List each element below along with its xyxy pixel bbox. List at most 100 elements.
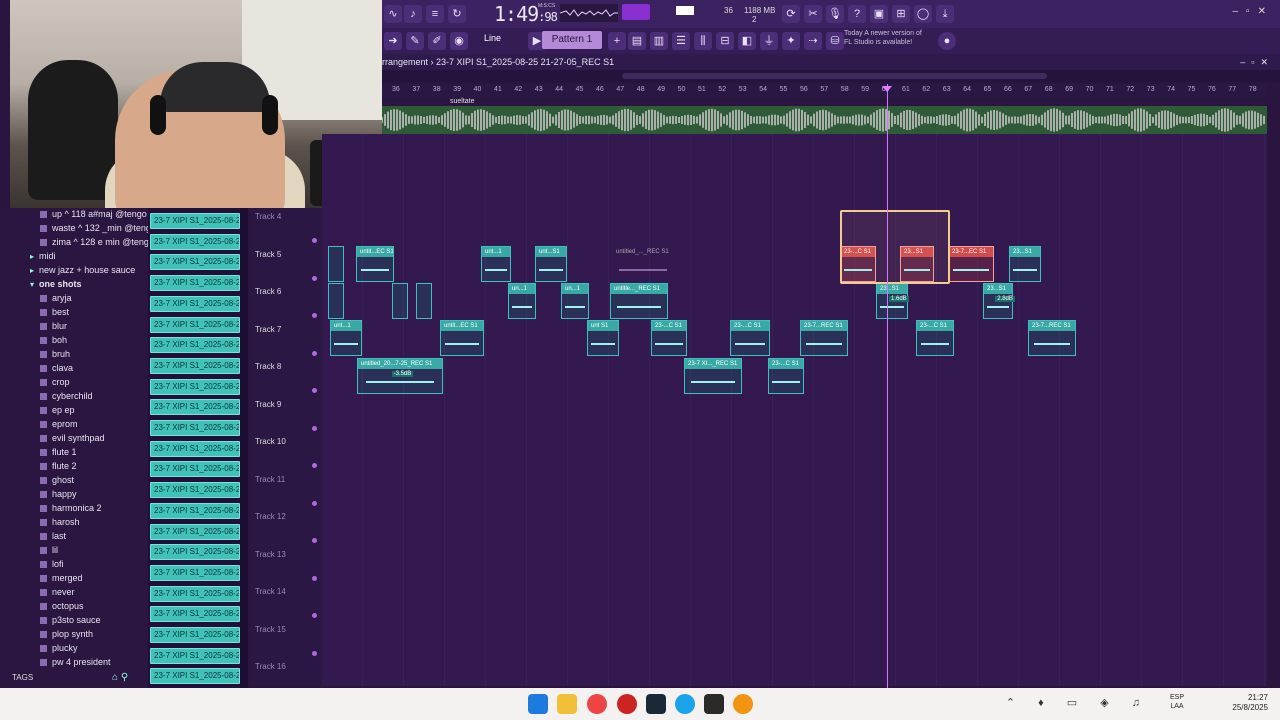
download-icon[interactable]: ⤓ [936, 5, 954, 23]
channel-button[interactable]: 23-7 XIPI S1_2025-08-2... [150, 585, 240, 602]
horizontal-scrollbar[interactable] [382, 70, 1280, 82]
browser-item[interactable]: boh [40, 335, 67, 349]
track-name[interactable]: Track 10 [255, 437, 286, 446]
audio-clip[interactable]: un...1 [561, 283, 589, 319]
audio-clip-lane[interactable] [382, 106, 1267, 134]
audio-clip[interactable]: 23-...C S1 [916, 320, 954, 356]
window-controls[interactable]: –▫✕ [1233, 6, 1275, 17]
track-mute-dot[interactable] [312, 350, 317, 356]
track-mute-dot[interactable] [312, 238, 317, 243]
app-icon[interactable] [617, 694, 637, 714]
playhead-marker[interactable] [882, 86, 892, 92]
browser-item[interactable]: best [40, 307, 69, 321]
browser-item[interactable]: plop synth [40, 629, 93, 643]
track-mute-dot[interactable] [312, 538, 317, 543]
channel-button[interactable]: 23-7 XIPI S1_2025-08-2... [150, 357, 240, 374]
browser-item[interactable]: waste ^ 132 _min @tengo [40, 223, 156, 237]
browser-item[interactable]: evil synthpad [40, 433, 105, 447]
scrollbar-thumb[interactable] [622, 73, 1047, 79]
system-tray-icons[interactable]: ⌃ ♦ ▭ ◈ ♫ [1006, 696, 1150, 709]
browser-item[interactable]: bruh [40, 349, 70, 363]
browser-item[interactable]: crop [40, 377, 70, 391]
audio-clip[interactable]: 23...S1 1.6dB [876, 283, 909, 319]
track-name[interactable]: Track 15 [255, 625, 286, 634]
browser-item[interactable]: lil [40, 545, 58, 559]
track-mute-dot[interactable] [312, 500, 317, 506]
playlist-icon[interactable]: ▤ [628, 32, 646, 50]
update-notice[interactable]: Today A newer version of FL Studio is av… [844, 29, 936, 47]
snap-selector[interactable]: Line [484, 33, 501, 43]
edge-icon[interactable] [675, 694, 695, 714]
tags-label[interactable]: TAGS [12, 673, 33, 682]
channel-button[interactable]: 23-7 XIPI S1_2025-08-2... [150, 564, 240, 581]
channel-button[interactable]: 23-7 XIPI S1_2025-08-2... [150, 399, 240, 416]
metronome-icon[interactable]: ≡ [426, 5, 444, 23]
channel-button[interactable]: 23-7 XIPI S1_2025-08-2... [150, 482, 240, 499]
microphone-icon[interactable]: 🎙 [826, 5, 844, 23]
channel-button[interactable]: 23-7 XIPI S1_2025-08-2... [150, 316, 240, 333]
browser-item[interactable]: ▸ midi [30, 251, 56, 265]
browser-item[interactable]: ▾ one shots [30, 279, 82, 293]
plugin-icon[interactable]: ◧ [738, 32, 756, 50]
browser-item[interactable]: ep ep [40, 405, 75, 419]
track-mute-dot[interactable] [312, 650, 317, 656]
audio-clip[interactable]: unt...1 [330, 320, 362, 356]
browser-item[interactable]: lofi [40, 559, 64, 573]
audio-clip[interactable]: 23-7...REC S1 [800, 320, 848, 356]
browser-item[interactable]: ghost [40, 475, 74, 489]
audio-clip[interactable]: un...1 [508, 283, 536, 319]
audio-clip-small[interactable] [328, 283, 344, 319]
store-icon[interactable]: ⛁ [826, 32, 844, 50]
plug-icon[interactable]: ⏚ [760, 32, 778, 50]
audio-clip[interactable]: 23-...C S1 [730, 320, 770, 356]
audio-clip[interactable]: 23-...C S1 [768, 358, 804, 394]
channel-button[interactable]: 23-7 XIPI S1_2025-08-2... [150, 647, 240, 664]
channel-button[interactable]: 23-7 XIPI S1_2025-08-2... [150, 254, 240, 271]
mixer-view-icon[interactable]: ⫼ [694, 32, 712, 50]
browser-item[interactable]: plucky [40, 643, 78, 657]
channel-button[interactable]: 23-7 XIPI S1_2025-08-2... [150, 606, 240, 623]
browser-item[interactable]: eprom [40, 419, 78, 433]
audio-clip[interactable]: unt S1 [587, 320, 619, 356]
track-name[interactable]: Track 7 [255, 325, 281, 334]
channel-button[interactable]: 23-7 XIPI S1_2025-08-2... [150, 420, 240, 436]
audio-clip[interactable]: 23-...C S1 [651, 320, 687, 356]
track-mute-dot[interactable] [312, 463, 317, 468]
browser-item[interactable]: flute 1 [40, 447, 77, 461]
track-mute-dot[interactable] [312, 575, 317, 581]
browser-item[interactable]: zima ^ 128 e min @tengo [40, 237, 154, 251]
track-name[interactable]: Track 14 [255, 587, 286, 596]
channel-button[interactable]: 23-7 XIPI S1_2025-08-2... [150, 544, 240, 561]
audio-clip-small[interactable] [416, 283, 432, 319]
channel-button[interactable]: 23-7 XIPI S1_2025-08-2... [150, 337, 240, 354]
track-name[interactable]: Track 6 [255, 287, 281, 296]
channel-scrollbar[interactable] [240, 208, 248, 688]
track-mute-dot[interactable] [312, 613, 317, 618]
browser-item[interactable]: flute 2 [40, 461, 77, 475]
audio-clip-small[interactable] [328, 246, 344, 282]
clock[interactable]: 21:27 25/8/2025 [1232, 693, 1268, 713]
channel-button[interactable]: 23-7 XIPI S1_2025-08-2... [150, 440, 240, 457]
audio-clip[interactable]: unt...S1 [535, 246, 567, 282]
tempo-icon[interactable]: ♪ [404, 5, 422, 23]
audio-clip[interactable]: untit...EC S1 [440, 320, 484, 356]
arrow-right-icon[interactable]: ➜ [384, 32, 402, 50]
channel-button[interactable]: 23-7 XIPI S1_2025-08-2... [150, 523, 240, 540]
browser-item[interactable]: up ^ 118 a#maj @tengo [40, 209, 147, 223]
browser-item[interactable]: merged [40, 573, 83, 587]
audio-clip[interactable]: unt...1 [481, 246, 511, 282]
browser-item[interactable]: p3sto sauce [40, 615, 101, 629]
browser-item[interactable]: harmonica 2 [40, 503, 102, 517]
audio-clip[interactable]: untitled_20...7-25_REC S1 -3.5dB [357, 358, 443, 394]
chat-icon[interactable]: ◯ [914, 5, 932, 23]
channel-rack-icon[interactable]: ☰ [672, 32, 690, 50]
language-indicator[interactable]: ESP LAA [1170, 693, 1184, 711]
save-icon[interactable]: ▣ [870, 5, 888, 23]
channel-button[interactable]: 23-7 XIPI S1_2025-08-2... [150, 378, 240, 395]
file-explorer-icon[interactable] [557, 694, 577, 714]
playlist-window-controls[interactable]: –▫✕ [1240, 54, 1274, 70]
playlist-grid[interactable] [322, 134, 1267, 686]
audio-clip[interactable]: 23-7 XI..._REC S1 [684, 358, 742, 394]
paint-tool-icon[interactable]: ✐ [428, 32, 446, 50]
pattern-selector[interactable]: Pattern 1 [542, 31, 602, 49]
